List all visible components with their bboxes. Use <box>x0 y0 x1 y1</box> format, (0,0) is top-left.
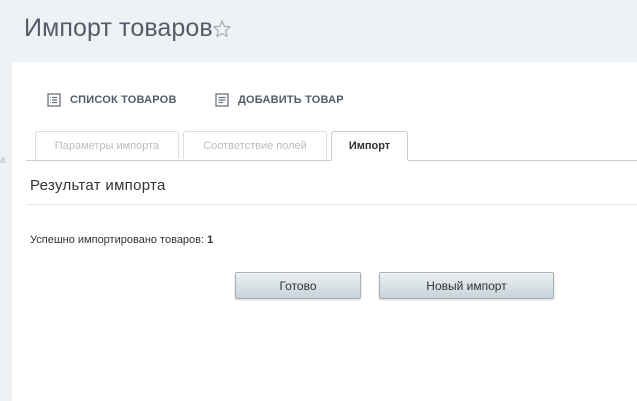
tab-import-parameters[interactable]: Параметры импорта <box>35 131 179 159</box>
tab-field-mapping[interactable]: Соответствие полей <box>183 131 327 159</box>
imported-count-value: 1 <box>207 234 214 246</box>
section-divider <box>26 204 637 205</box>
new-import-button[interactable]: Новый импорт <box>379 272 554 299</box>
work-area: СПИСОК ТОВАРОВ ДОБАВИТЬ ТОВАР Параметры … <box>12 62 637 401</box>
result-title: Результат импорта <box>30 177 166 194</box>
add-product-button[interactable]: ДОБАВИТЬ ТОВАР <box>215 91 344 109</box>
imported-count-label: Успешно импортировано товаров: <box>30 234 208 246</box>
product-list-label: СПИСОК ТОВАРОВ <box>70 94 177 106</box>
page-title: Импорт товаров <box>24 14 213 42</box>
import-result-line: Успешно импортировано товаров: 1 <box>30 234 213 246</box>
add-product-label: ДОБАВИТЬ ТОВАР <box>238 94 344 106</box>
list-icon <box>47 93 61 107</box>
import-tabs: Параметры импорта Соответствие полей Имп… <box>26 131 637 161</box>
sidebar-edge-text: а <box>0 155 6 166</box>
page: Импорт товаров а СПИСОК ТОВАРОВ ДОБАВИТЬ… <box>0 0 637 401</box>
page-header: Импорт товаров <box>0 0 637 62</box>
star-icon[interactable] <box>211 18 233 40</box>
form-icon <box>215 93 229 107</box>
product-list-button[interactable]: СПИСОК ТОВАРОВ <box>47 91 177 109</box>
done-button[interactable]: Готово <box>235 272 361 299</box>
tab-import[interactable]: Импорт <box>331 131 408 161</box>
